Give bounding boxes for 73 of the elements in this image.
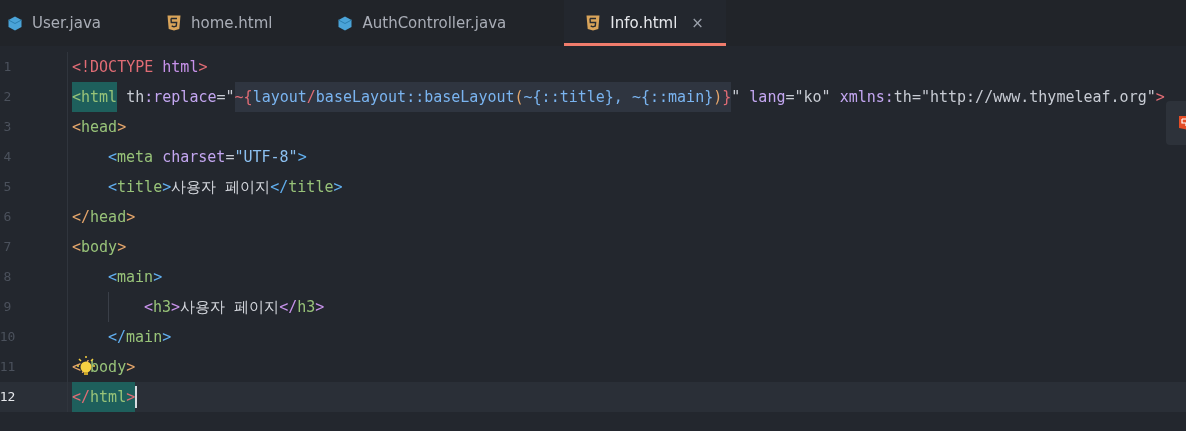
code-token: =": [216, 87, 235, 108]
code-token: html: [161, 57, 199, 78]
code-token: <: [72, 237, 82, 258]
code-token: main: [117, 267, 154, 288]
code-token: >: [117, 237, 127, 258]
code-token: html: [90, 387, 127, 408]
code-token: <: [108, 147, 118, 168]
html5-icon: [586, 15, 601, 31]
code-token: }: [722, 87, 732, 108]
code-token: >: [315, 297, 325, 318]
code-token: title: [288, 177, 334, 198]
code-token: </: [72, 387, 91, 408]
code-token: th="http://www.thymeleaf.org": [893, 87, 1156, 108]
code-token: ~{::title}, ~{::main}: [523, 87, 714, 108]
code-token: </: [108, 327, 127, 348]
code-token: >: [126, 207, 136, 228]
html5-icon: [167, 15, 181, 31]
code-token: <: [108, 267, 118, 288]
code-token: layout: [252, 87, 307, 108]
code-token: </: [270, 177, 289, 198]
code-token: <!DOCTYPE: [72, 57, 154, 78]
code-token: >: [297, 147, 307, 168]
code-token: ": [731, 87, 741, 108]
code-token: >: [162, 177, 172, 198]
code-token: 사용자 페이지: [180, 297, 280, 318]
code-token: >: [198, 57, 208, 78]
code-token: xmlns:: [838, 87, 894, 108]
code-token: meta: [117, 147, 154, 168]
code-token: </: [72, 207, 91, 228]
code-token: >: [171, 297, 181, 318]
code-token: (: [514, 87, 524, 108]
code-token: h3: [297, 297, 316, 318]
code-token: >: [117, 117, 127, 138]
cube-icon: [338, 15, 353, 31]
code-token: h3: [153, 297, 172, 318]
code-token: charset: [161, 147, 226, 168]
cube-icon: [8, 15, 22, 31]
code-token: lang: [748, 87, 786, 108]
editor-tab[interactable]: AuthController.java: [330, 0, 565, 46]
code-token: head: [90, 207, 127, 228]
code-token: <: [72, 117, 82, 138]
code-token: <html: [72, 87, 118, 108]
code-token: >: [333, 177, 343, 198]
code-token: head: [81, 117, 118, 138]
code-token: baseLayout::baseLayout: [315, 87, 515, 108]
code-token: >: [162, 327, 172, 348]
line-number: 12: [0, 388, 16, 407]
code-token: /: [306, 87, 316, 108]
code-token: <: [108, 177, 118, 198]
code-token: 사용자 페이지: [171, 177, 271, 198]
html5-icon: [1179, 116, 1186, 130]
code-token: th: [125, 87, 145, 108]
code-token: main: [126, 327, 163, 348]
code-token: :replace: [144, 87, 217, 108]
code-token: ~{: [234, 87, 253, 108]
code-token: =: [225, 147, 235, 168]
editor-tab[interactable]: User.java: [0, 0, 159, 46]
code-token: "UTF-8": [234, 147, 298, 168]
code-token: </: [279, 297, 298, 318]
text-cursor: [135, 386, 138, 408]
code-token: >: [153, 267, 163, 288]
editor-tab[interactable]: home.html: [159, 0, 331, 46]
code-token: body: [90, 357, 127, 378]
code-token: >: [1155, 87, 1165, 108]
code-token: >: [126, 387, 136, 408]
editor-tab[interactable]: Info.html ×: [564, 0, 726, 46]
code-token: >: [126, 357, 136, 378]
close-icon[interactable]: ×: [691, 11, 704, 35]
code-token: title: [117, 177, 163, 198]
code-token: ="ko": [785, 87, 831, 108]
code-token: body: [81, 237, 118, 258]
code-token: <: [144, 297, 154, 318]
code-token: ): [713, 87, 723, 108]
